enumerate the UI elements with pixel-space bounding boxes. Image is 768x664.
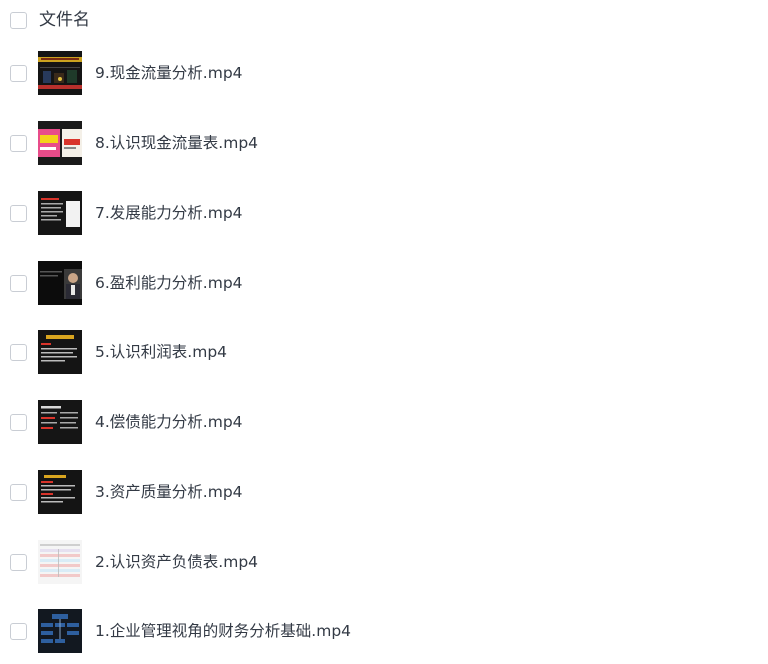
video-thumbnail[interactable] <box>38 470 82 514</box>
file-checkbox[interactable] <box>10 484 27 501</box>
file-checkbox[interactable] <box>10 205 27 222</box>
file-name[interactable]: 9.现金流量分析.mp4 <box>95 62 243 84</box>
file-name[interactable]: 4.偿债能力分析.mp4 <box>95 411 243 433</box>
file-name[interactable]: 8.认识现金流量表.mp4 <box>95 132 258 154</box>
file-checkbox[interactable] <box>10 275 27 292</box>
file-checkbox[interactable] <box>10 554 27 571</box>
file-row-6[interactable]: 6.盈利能力分析.mp4 <box>0 254 768 316</box>
file-row-8[interactable]: 8.认识现金流量表.mp4 <box>0 114 768 176</box>
file-row-9[interactable]: 9.现金流量分析.mp4 <box>0 44 768 106</box>
file-row-5[interactable]: 5.认识利润表.mp4 <box>0 323 768 385</box>
video-thumbnail[interactable] <box>38 540 82 584</box>
file-checkbox[interactable] <box>10 623 27 640</box>
file-row-7[interactable]: 7.发展能力分析.mp4 <box>0 184 768 246</box>
video-thumbnail[interactable] <box>38 261 82 305</box>
file-checkbox[interactable] <box>10 135 27 152</box>
file-checkbox[interactable] <box>10 414 27 431</box>
video-thumbnail[interactable] <box>38 400 82 444</box>
select-all-checkbox[interactable] <box>10 12 27 29</box>
file-row-4[interactable]: 4.偿债能力分析.mp4 <box>0 393 768 455</box>
video-thumbnail[interactable] <box>38 330 82 374</box>
file-name[interactable]: 6.盈利能力分析.mp4 <box>95 272 243 294</box>
file-list-header: 文件名 <box>0 0 768 42</box>
video-thumbnail[interactable] <box>38 609 82 653</box>
file-row-2[interactable]: 2.认识资产负债表.mp4 <box>0 533 768 595</box>
file-checkbox[interactable] <box>10 344 27 361</box>
file-name[interactable]: 1.企业管理视角的财务分析基础.mp4 <box>95 620 351 642</box>
file-name[interactable]: 2.认识资产负债表.mp4 <box>95 551 258 573</box>
file-checkbox[interactable] <box>10 65 27 82</box>
file-name[interactable]: 3.资产质量分析.mp4 <box>95 481 243 503</box>
filename-column-header: 文件名 <box>39 10 90 30</box>
file-name[interactable]: 5.认识利润表.mp4 <box>95 341 227 363</box>
file-list: 文件名 9.现金流量分析.mp4 8.认识现金流量表.mp4 7.发展能力分析.… <box>0 0 768 660</box>
video-thumbnail[interactable] <box>38 51 82 95</box>
video-thumbnail[interactable] <box>38 191 82 235</box>
file-name[interactable]: 7.发展能力分析.mp4 <box>95 202 243 224</box>
video-thumbnail[interactable] <box>38 121 82 165</box>
file-row-3[interactable]: 3.资产质量分析.mp4 <box>0 463 768 525</box>
file-row-1[interactable]: 1.企业管理视角的财务分析基础.mp4 <box>0 602 768 664</box>
